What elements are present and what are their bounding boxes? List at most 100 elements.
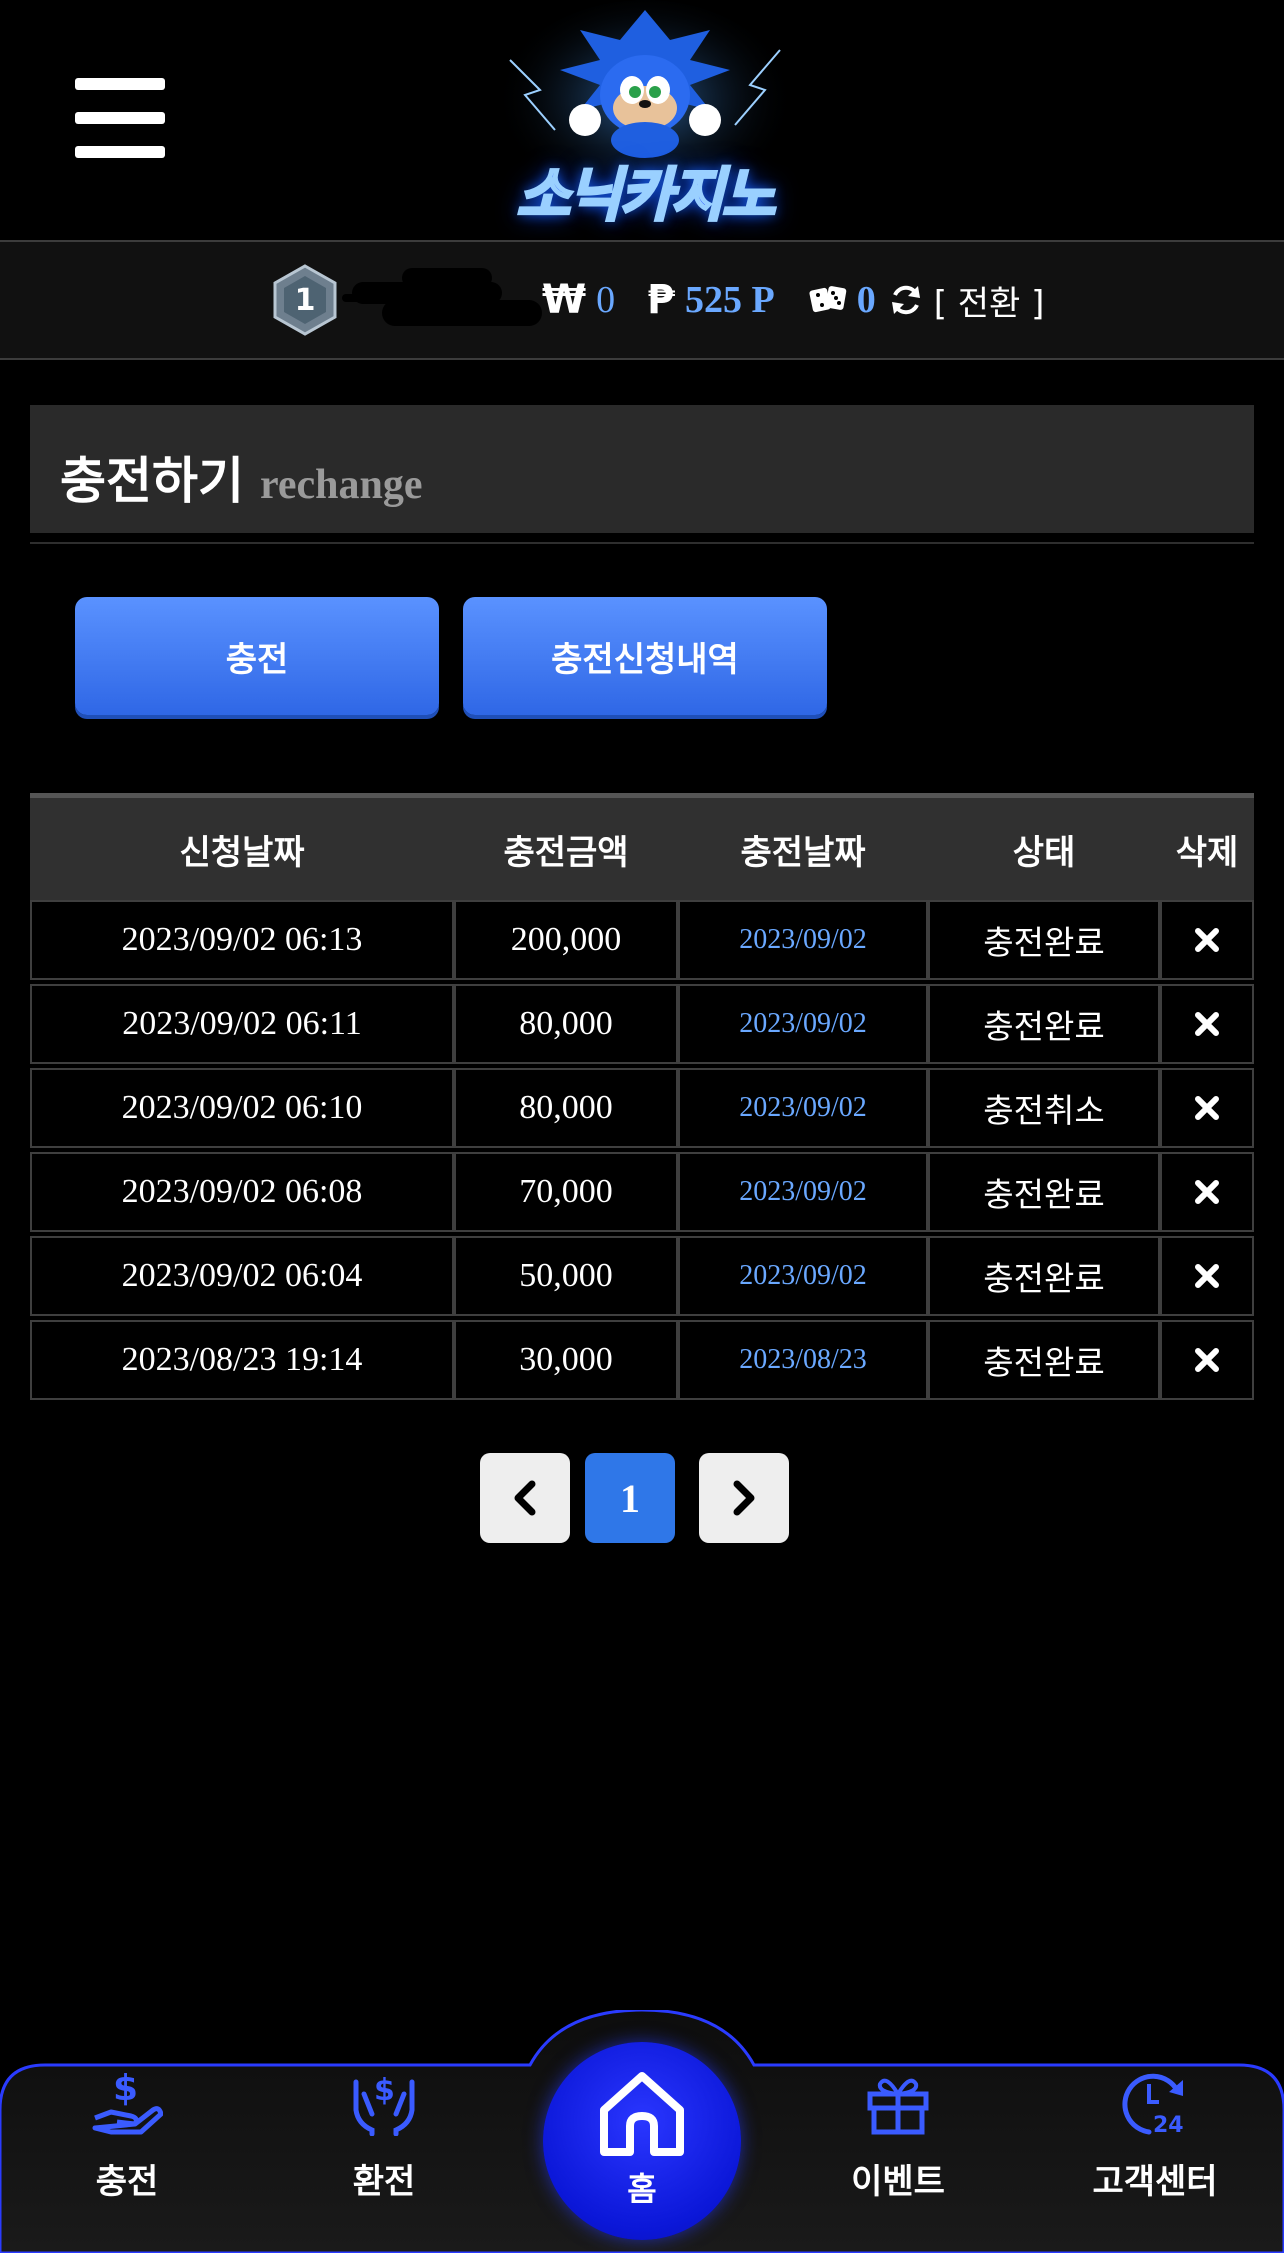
close-icon [1195, 1012, 1219, 1036]
tab-deposit[interactable]: 충전 [75, 597, 439, 715]
page-title-korean: 충전하기 [60, 452, 244, 510]
close-icon [1195, 1348, 1219, 1372]
user-status-bar: 1 ₩ 0 ₱ 525 P 0 [전환] [0, 240, 1284, 360]
chevron-left-icon [514, 1480, 536, 1516]
chevron-right-icon [733, 1480, 755, 1516]
table-row: 2023/09/02 06:10 80,000 2023/09/02 충전취소 [30, 1068, 1254, 1152]
cell-amount: 200,000 [454, 900, 678, 980]
cell-request-date: 2023/09/02 06:11 [30, 984, 454, 1064]
close-icon [1195, 1180, 1219, 1204]
casino-balance: 0 [809, 278, 876, 322]
dice-icon [809, 286, 846, 313]
cell-request-date: 2023/09/02 06:04 [30, 1236, 454, 1316]
cell-charge-date: 2023/08/23 [678, 1320, 928, 1400]
cell-status: 충전완료 [928, 900, 1160, 980]
home-icon [600, 2072, 684, 2156]
close-icon [1195, 1264, 1219, 1288]
delete-button[interactable] [1160, 1320, 1254, 1400]
delete-button[interactable] [1160, 1068, 1254, 1148]
svg-text:$: $ [113, 2070, 138, 2109]
redacted-username [342, 264, 542, 336]
nav-event-label: 이벤트 [851, 2162, 945, 2202]
support-24-icon: 24 [1122, 2073, 1184, 2136]
cell-status: 충전완료 [928, 1152, 1160, 1232]
point-icon: ₱ [647, 277, 675, 323]
delete-button[interactable] [1160, 984, 1254, 1064]
col-header-delete: 삭제 [1175, 832, 1239, 873]
won-icon: ₩ [542, 277, 587, 323]
bottom-nav: $ 충전 $ 환전 홈 이벤트 24 고객센터 [0, 2010, 1284, 2253]
point-balance: ₱ 525 P [647, 277, 775, 323]
cell-amount: 80,000 [454, 984, 678, 1064]
col-header-request-date: 신청날짜 [179, 832, 305, 873]
divider [30, 542, 1254, 544]
cash-balance: ₩ 0 [542, 277, 615, 323]
nav-support[interactable]: 24 고객센터 [1055, 2070, 1255, 2240]
nav-withdraw-label: 환전 [352, 2162, 416, 2202]
col-header-status: 상태 [1012, 832, 1076, 873]
table-row: 2023/09/02 06:11 80,000 2023/09/02 충전완료 [30, 984, 1254, 1068]
table-row: 2023/09/02 06:13 200,000 2023/09/02 충전완료 [30, 900, 1254, 984]
table-row: 2023/09/02 06:08 70,000 2023/09/02 충전완료 [30, 1152, 1254, 1236]
cell-request-date: 2023/09/02 06:10 [30, 1068, 454, 1148]
page-title-box: 충전하기 rechange [30, 405, 1254, 533]
cell-charge-date: 2023/09/02 [678, 1152, 928, 1232]
nav-event[interactable]: 이벤트 [798, 2070, 998, 2240]
cell-status: 충전완료 [928, 1320, 1160, 1400]
delete-button[interactable] [1160, 1236, 1254, 1316]
next-page-button[interactable] [699, 1453, 789, 1543]
level-number: 1 [294, 282, 316, 318]
close-icon [1195, 928, 1219, 952]
cell-charge-date: 2023/09/02 [678, 1068, 928, 1148]
gift-icon [867, 2078, 929, 2135]
svg-text:24: 24 [1153, 2113, 1184, 2136]
nav-withdraw[interactable]: $ 환전 [284, 2070, 484, 2240]
tab-deposit-history[interactable]: 충전신청내역 [463, 597, 827, 715]
logo[interactable]: 소닉카지노 [470, 0, 820, 235]
refresh-icon [891, 285, 920, 315]
nav-home-label: 홈 [627, 2170, 657, 2208]
page-subtitle: rechange [260, 462, 423, 508]
nav-support-label: 고객센터 [1092, 2162, 1218, 2202]
switch-button[interactable]: [ 전환 ] [888, 276, 1045, 325]
cell-amount: 70,000 [454, 1152, 678, 1232]
svg-text:$: $ [374, 2073, 395, 2108]
col-header-amount: 충전금액 [503, 832, 629, 873]
point-amount: 525 P [684, 279, 775, 321]
cell-status: 충전완료 [928, 1236, 1160, 1316]
table-header: 신청날짜 충전금액 충전날짜 상태 삭제 [30, 793, 1254, 900]
cell-request-date: 2023/09/02 06:13 [30, 900, 454, 980]
header: 소닉카지노 [0, 0, 1284, 240]
switch-label: [ 전환 ] [933, 283, 1045, 324]
cell-amount: 50,000 [454, 1236, 678, 1316]
cell-amount: 30,000 [454, 1320, 678, 1400]
exchange-hands-icon: $ [353, 2073, 415, 2136]
cell-status: 충전취소 [928, 1068, 1160, 1148]
cell-charge-date: 2023/09/02 [678, 1236, 928, 1316]
prev-page-button[interactable] [480, 1453, 570, 1543]
col-header-charge-date: 충전날짜 [740, 832, 866, 873]
page-title: 충전하기 rechange [60, 441, 423, 513]
cell-request-date: 2023/08/23 19:14 [30, 1320, 454, 1400]
cell-amount: 80,000 [454, 1068, 678, 1148]
close-icon [1195, 1096, 1219, 1120]
table-row: 2023/08/23 19:14 30,000 2023/08/23 충전완료 [30, 1320, 1254, 1404]
cell-charge-date: 2023/09/02 [678, 900, 928, 980]
nav-deposit-label: 충전 [95, 2162, 159, 2202]
logo-text: 소닉카지노 [515, 160, 777, 231]
level-badge: 1 [272, 264, 338, 336]
casino-amount: 0 [856, 279, 876, 321]
deposit-hand-icon: $ [92, 2070, 163, 2135]
deposit-history-table: 신청날짜 충전금액 충전날짜 상태 삭제 2023/09/02 06:13 200… [30, 793, 1254, 1400]
table-row: 2023/09/02 06:04 50,000 2023/09/02 충전완료 [30, 1236, 1254, 1320]
nav-home[interactable]: 홈 [543, 2042, 741, 2240]
won-amount: 0 [596, 279, 616, 321]
cell-status: 충전완료 [928, 984, 1160, 1064]
delete-button[interactable] [1160, 1152, 1254, 1232]
cell-charge-date: 2023/09/02 [678, 984, 928, 1064]
menu-icon[interactable] [75, 78, 165, 158]
delete-button[interactable] [1160, 900, 1254, 980]
nav-deposit[interactable]: $ 충전 [27, 2070, 227, 2240]
cell-request-date: 2023/09/02 06:08 [30, 1152, 454, 1232]
page-number-button[interactable]: 1 [585, 1453, 675, 1543]
